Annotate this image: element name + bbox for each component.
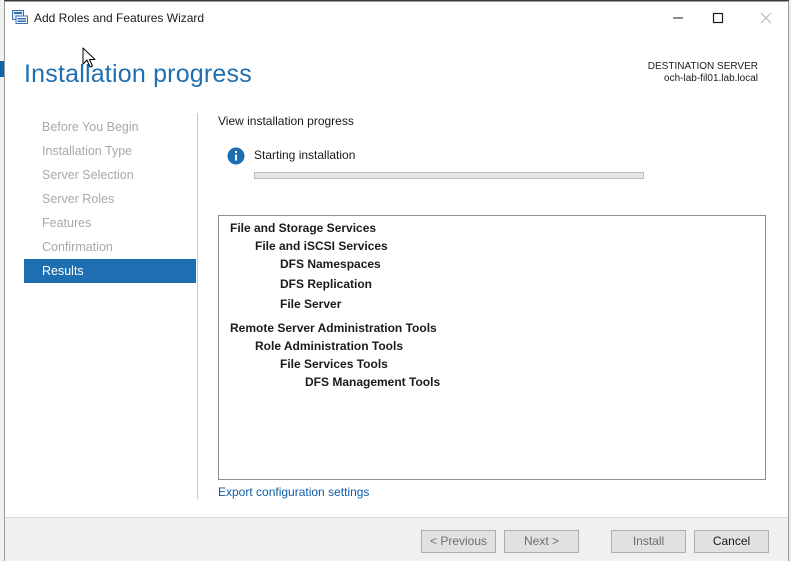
wizard-nav: Before You Begin Installation Type Serve…: [24, 115, 196, 283]
wizard-header: Installation progress DESTINATION SERVER…: [5, 33, 788, 111]
page-title: Installation progress: [24, 60, 252, 88]
destination-server-label: DESTINATION SERVER: [647, 61, 758, 72]
nav-item-results[interactable]: Results: [24, 259, 196, 283]
feature-item: DFS Replication: [280, 277, 373, 291]
view-progress-label: View installation progress: [218, 114, 354, 128]
feature-item: File and Storage Services: [230, 221, 377, 235]
feature-item: File and iSCSI Services: [255, 239, 388, 253]
feature-item: Role Administration Tools: [255, 339, 404, 353]
feature-item: File Server: [280, 297, 342, 311]
server-manager-icon: [12, 10, 28, 24]
status-text: Starting installation: [254, 148, 356, 162]
wizard-window: Add Roles and Features Wizard Installati…: [4, 1, 789, 561]
next-button[interactable]: Next >: [504, 530, 579, 553]
maximize-icon: [712, 12, 724, 23]
install-button[interactable]: Install: [611, 530, 686, 553]
close-button[interactable]: [743, 2, 789, 33]
features-list[interactable]: File and Storage Services File and iSCSI…: [218, 215, 766, 480]
info-icon: [227, 147, 245, 165]
installation-progress-bar: [254, 172, 644, 179]
nav-item-installation-type[interactable]: Installation Type: [24, 139, 196, 163]
previous-button[interactable]: < Previous: [421, 530, 496, 553]
nav-divider: [197, 113, 198, 499]
nav-item-server-roles[interactable]: Server Roles: [24, 187, 196, 211]
cancel-button[interactable]: Cancel: [694, 530, 769, 553]
nav-item-before-you-begin[interactable]: Before You Begin: [24, 115, 196, 139]
minimize-icon: [673, 17, 683, 18]
wizard-footer: < Previous Next > Install Cancel: [5, 517, 788, 561]
maximize-button[interactable]: [695, 2, 741, 33]
close-icon: [760, 12, 772, 23]
feature-item: DFS Management Tools: [305, 375, 441, 389]
title-bar[interactable]: Add Roles and Features Wizard: [5, 2, 788, 33]
feature-item: File Services Tools: [280, 357, 388, 371]
nav-item-confirmation[interactable]: Confirmation: [24, 235, 196, 259]
feature-item: Remote Server Administration Tools: [230, 321, 437, 335]
destination-server-name: och-lab-fil01.lab.local: [664, 73, 758, 84]
window-title: Add Roles and Features Wizard: [34, 11, 205, 25]
nav-item-server-selection[interactable]: Server Selection: [24, 163, 196, 187]
export-configuration-link[interactable]: Export configuration settings: [218, 485, 369, 499]
nav-item-features[interactable]: Features: [24, 211, 196, 235]
feature-item: DFS Namespaces: [280, 257, 381, 271]
mouse-cursor-icon: [82, 47, 96, 68]
